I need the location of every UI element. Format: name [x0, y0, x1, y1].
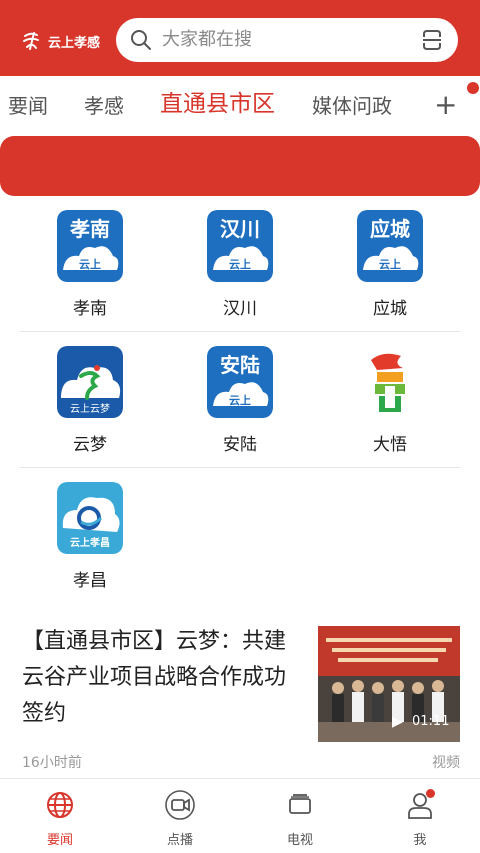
- svg-text:云上孝昌: 云上孝昌: [70, 536, 110, 549]
- nav-label: 要闻: [46, 833, 73, 848]
- xiaochang-app-icon: 云上孝昌: [57, 482, 123, 554]
- tab-yaowen[interactable]: 要闻: [8, 92, 48, 120]
- app-logo: 云上孝感: [22, 30, 100, 52]
- tv-icon: [289, 794, 311, 814]
- grid-item-yunmeng[interactable]: 云上云梦 云梦: [20, 344, 160, 468]
- grid-label: 孝昌: [73, 571, 107, 591]
- grid-item-yingcheng[interactable]: 应城 云上 应城: [320, 208, 460, 332]
- nav-label: 我: [413, 833, 427, 848]
- svg-text:云上: 云上: [229, 393, 251, 407]
- grid-item-hanchuan[interactable]: 汉川 云上 汉川: [170, 208, 310, 332]
- add-channel-icon[interactable]: +: [434, 90, 457, 120]
- search-icon: [131, 30, 151, 50]
- svg-text:云上云梦: 云上云梦: [70, 403, 110, 415]
- svg-text:云上: 云上: [229, 257, 251, 271]
- grid-item-xiaochang[interactable]: 云上孝昌 孝昌: [20, 480, 160, 604]
- video-duration: 01:11: [412, 714, 450, 729]
- scan-icon[interactable]: [420, 28, 444, 52]
- svg-text:安陆: 安陆: [220, 353, 260, 377]
- grid-label: 汉川: [223, 299, 257, 319]
- grid-item-dawu[interactable]: 大悟: [320, 344, 460, 468]
- svg-text:应城: 应城: [370, 217, 410, 241]
- video-camera-icon: [165, 790, 195, 820]
- svg-text:云上: 云上: [379, 257, 401, 271]
- grid-label: 云梦: [73, 435, 107, 455]
- banner[interactable]: [0, 136, 480, 196]
- svg-text:云上: 云上: [79, 257, 101, 271]
- bottom-nav: 要闻 点播 电视 我: [0, 779, 480, 853]
- nav-me[interactable]: 我: [380, 789, 460, 848]
- nav-dianshi[interactable]: 电视: [260, 789, 340, 848]
- nav-dianbo[interactable]: 点播: [140, 789, 220, 848]
- grid-item-anlu[interactable]: 安陆 云上 安陆: [170, 344, 310, 468]
- grid-item-xiaonan[interactable]: 孝南 云上 孝南: [20, 208, 160, 332]
- notification-dot: [467, 82, 479, 94]
- hanchuan-app-icon: 汉川 云上: [207, 210, 273, 282]
- search-bar[interactable]: 大家都在搜: [116, 18, 458, 62]
- tab-media-inquiry[interactable]: 媒体问政: [312, 92, 392, 120]
- yingcheng-app-icon: 应城 云上: [357, 210, 423, 282]
- news-type-badge: 视频: [432, 755, 460, 771]
- tab-county-direct[interactable]: 直通县市区: [160, 90, 275, 118]
- news-title[interactable]: 【直通县市区】云梦：共建云谷产业项目战略合作成功签约: [22, 624, 304, 732]
- play-icon[interactable]: ▶: [392, 714, 403, 730]
- row-divider: [20, 331, 460, 332]
- grid-label: 大悟: [373, 435, 407, 455]
- grid-label: 孝南: [73, 299, 107, 319]
- news-timestamp: 16小时前: [22, 755, 82, 771]
- logo-icon: [23, 32, 39, 50]
- row-divider: [20, 467, 460, 468]
- search-placeholder: 大家都在搜: [162, 29, 252, 50]
- nav-label: 电视: [286, 833, 313, 848]
- yunmeng-app-icon: 云上云梦: [57, 346, 123, 418]
- news-video-thumbnail[interactable]: ▶ 01:11: [318, 626, 460, 742]
- svg-text:汉川: 汉川: [220, 217, 260, 241]
- me-notification-dot: [426, 789, 435, 798]
- tab-xiaogan[interactable]: 孝感: [84, 92, 124, 120]
- grid-label: 安陆: [223, 435, 257, 455]
- app-header: 云上孝感 大家都在搜: [0, 0, 480, 76]
- dawu-app-icon: [357, 346, 423, 418]
- grid-label: 应城: [373, 299, 407, 319]
- anlu-app-icon: 安陆 云上: [207, 346, 273, 418]
- svg-text:孝南: 孝南: [69, 217, 110, 241]
- nav-yaowen[interactable]: 要闻: [20, 789, 100, 848]
- xiaonan-app-icon: 孝南 云上: [57, 210, 123, 282]
- nav-label: 点播: [166, 833, 193, 848]
- channel-tabs: 要闻 孝感 直通县市区 媒体问政 +: [0, 76, 480, 136]
- globe-icon: [47, 792, 73, 818]
- logo-text: 云上孝感: [48, 35, 101, 51]
